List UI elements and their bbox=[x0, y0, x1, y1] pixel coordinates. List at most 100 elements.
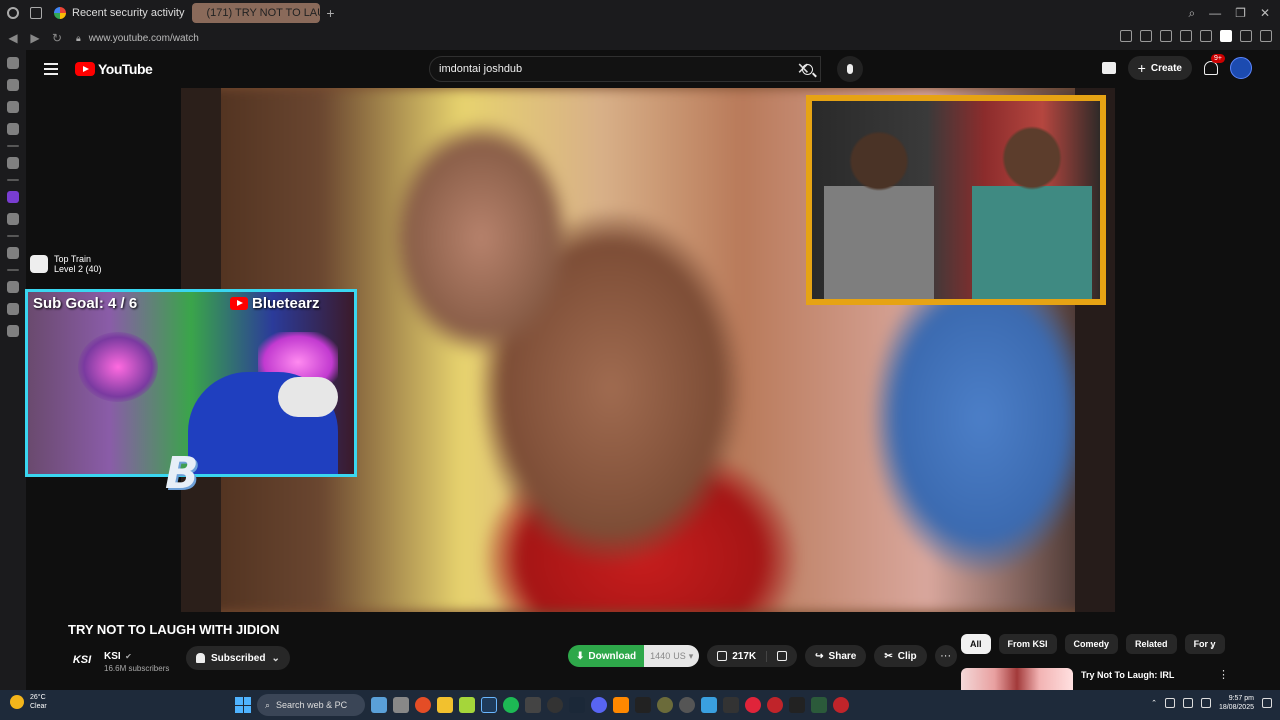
app-icon[interactable] bbox=[723, 697, 739, 713]
sidebar-twitch-icon[interactable] bbox=[7, 191, 19, 203]
channel-name[interactable]: KSI bbox=[104, 651, 121, 662]
bell-icon bbox=[196, 653, 205, 663]
app-icon[interactable] bbox=[789, 697, 805, 713]
address-bar-tools bbox=[1120, 30, 1272, 42]
notification-icon[interactable] bbox=[1262, 698, 1272, 708]
extension-icon[interactable] bbox=[1200, 30, 1212, 42]
opera-icon[interactable] bbox=[745, 697, 761, 713]
tab-label: (171) TRY NOT TO LAUGH WITH JIDION bbox=[206, 7, 320, 19]
close-window-button[interactable]: ✕ bbox=[1260, 6, 1270, 20]
back-button[interactable]: ◀ bbox=[4, 31, 22, 45]
like-button[interactable]: 217K bbox=[707, 650, 768, 662]
search-tabs-icon[interactable]: ⌕ bbox=[1188, 6, 1195, 21]
sidebar-pen-icon[interactable] bbox=[7, 247, 19, 259]
reload-button[interactable]: ↻ bbox=[48, 31, 66, 45]
app-icon[interactable] bbox=[393, 697, 409, 713]
create-button[interactable]: + Create bbox=[1127, 56, 1192, 80]
vscode-icon[interactable] bbox=[481, 697, 497, 713]
pin-icon[interactable] bbox=[1120, 30, 1132, 42]
youtube-logo[interactable]: YouTube bbox=[75, 61, 153, 77]
sidebar-home-icon[interactable] bbox=[7, 57, 19, 69]
create-label: Create bbox=[1150, 62, 1182, 74]
sidebar-ai-icon[interactable] bbox=[7, 79, 19, 91]
search-input[interactable]: imdontai joshdub ✕ bbox=[429, 56, 821, 82]
menu-icon[interactable] bbox=[44, 63, 58, 75]
forward-button[interactable]: ▶ bbox=[26, 31, 44, 45]
discord-icon[interactable] bbox=[591, 697, 607, 713]
puzzle-icon[interactable] bbox=[1240, 30, 1252, 42]
share-button[interactable]: ↪ Share bbox=[805, 645, 867, 667]
app-icon[interactable] bbox=[701, 697, 717, 713]
maximize-button[interactable]: ❐ bbox=[1235, 6, 1246, 20]
app-icon[interactable] bbox=[679, 697, 695, 713]
menu-icon[interactable] bbox=[1260, 30, 1272, 42]
snapshot-icon[interactable] bbox=[1140, 30, 1152, 42]
bookmark-heart-icon[interactable] bbox=[1180, 30, 1192, 42]
sidebar-cat-icon[interactable] bbox=[7, 303, 19, 315]
sidebar-hand-icon[interactable] bbox=[7, 101, 19, 113]
volume-icon[interactable] bbox=[1200, 698, 1211, 708]
tab-workspace-icon[interactable] bbox=[26, 3, 46, 23]
browser-logo-icon[interactable] bbox=[0, 0, 26, 26]
kebab-menu-icon[interactable]: ⋮ bbox=[1218, 668, 1229, 681]
steam-icon[interactable] bbox=[569, 697, 585, 713]
video-thumbnail[interactable] bbox=[961, 668, 1073, 690]
cast-icon[interactable] bbox=[1101, 62, 1116, 74]
channel-avatar[interactable]: KSI bbox=[68, 650, 96, 670]
extension-active-icon[interactable] bbox=[1220, 30, 1232, 42]
subscribed-button[interactable]: Subscribed ⌄ bbox=[186, 646, 290, 670]
chip-for-you[interactable]: For y bbox=[1184, 634, 1225, 654]
tab-recent-security[interactable]: Recent security activity bbox=[46, 3, 192, 23]
app-icon[interactable] bbox=[635, 697, 651, 713]
clip-button[interactable]: ✂ Clip bbox=[874, 645, 927, 667]
more-actions-button[interactable]: ··· bbox=[934, 645, 957, 667]
url-text: www.youtube.com/watch bbox=[88, 32, 199, 44]
file-explorer-icon[interactable] bbox=[437, 697, 453, 713]
dislike-button[interactable] bbox=[767, 651, 797, 661]
clock[interactable]: 9:57 pm 18/08/2025 bbox=[1219, 694, 1254, 712]
download-quality-select[interactable]: 1440 US ▾ bbox=[644, 645, 700, 667]
sidebar-x-icon[interactable] bbox=[7, 213, 19, 225]
avatar[interactable] bbox=[1230, 57, 1252, 79]
start-button[interactable] bbox=[235, 697, 251, 713]
taskbar-search[interactable]: ⌕ Search web & PC bbox=[257, 694, 365, 716]
minimize-button[interactable]: — bbox=[1209, 6, 1221, 20]
chevron-up-icon[interactable]: ⌃ bbox=[1151, 699, 1157, 707]
chip-comedy[interactable]: Comedy bbox=[1064, 634, 1119, 654]
search-button[interactable] bbox=[791, 56, 823, 82]
weather-widget[interactable]: 26°C Clear bbox=[10, 693, 47, 711]
sidebar-settings-icon[interactable] bbox=[7, 325, 19, 337]
temperature: 26°C bbox=[30, 694, 46, 701]
recommended-title[interactable]: Try Not To Laugh: IRL bbox=[1081, 668, 1174, 690]
notifications-bell-icon[interactable]: 9+ bbox=[1204, 54, 1225, 75]
app-icon[interactable] bbox=[657, 697, 673, 713]
spotify-icon[interactable] bbox=[503, 697, 519, 713]
voice-search-button[interactable] bbox=[837, 56, 863, 82]
chip-related[interactable]: Related bbox=[1126, 634, 1177, 654]
tray-app-icon[interactable] bbox=[1164, 698, 1175, 708]
download-button[interactable]: ⬇ Download bbox=[568, 645, 645, 667]
sidebar-star-icon[interactable] bbox=[7, 123, 19, 135]
channel-info: KSI KSI ✔ 16.6M subscribers bbox=[68, 646, 170, 673]
app-icon[interactable] bbox=[833, 697, 849, 713]
app-icon[interactable] bbox=[767, 697, 783, 713]
chrome-app-icon[interactable] bbox=[415, 697, 431, 713]
tab-youtube-video[interactable]: (171) TRY NOT TO LAUGH WITH JIDION bbox=[192, 3, 321, 23]
app-icon[interactable] bbox=[811, 697, 827, 713]
app-icon[interactable] bbox=[459, 697, 475, 713]
chip-from-ksi[interactable]: From KSI bbox=[998, 634, 1057, 654]
sidebar-arrow-icon[interactable] bbox=[7, 157, 19, 169]
sidebar-history-icon[interactable] bbox=[7, 281, 19, 293]
recommended-video[interactable]: Try Not To Laugh: IRL ⋮ bbox=[961, 668, 1241, 690]
app-icon[interactable] bbox=[547, 697, 563, 713]
app-icon[interactable] bbox=[525, 697, 541, 713]
wifi-icon[interactable] bbox=[1182, 698, 1193, 708]
vlc-icon[interactable] bbox=[613, 697, 629, 713]
taskview-app-icon[interactable] bbox=[371, 697, 387, 713]
player-icon[interactable] bbox=[1160, 30, 1172, 42]
download-control: ⬇ Download 1440 US ▾ bbox=[568, 645, 700, 667]
url-field[interactable]: 🔒︎ www.youtube.com/watch bbox=[76, 33, 199, 44]
chip-all[interactable]: All bbox=[961, 634, 991, 654]
chevron-right-icon[interactable]: › bbox=[1210, 638, 1214, 652]
new-tab-button[interactable]: + bbox=[320, 5, 340, 21]
